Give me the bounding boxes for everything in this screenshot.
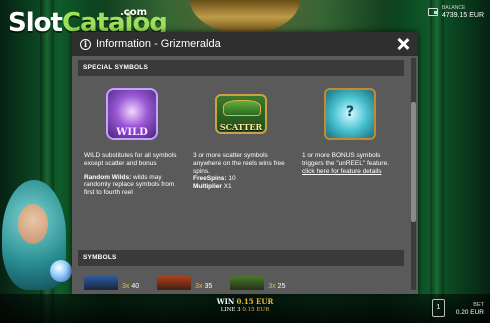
balance-label: BALANCE [441,5,466,11]
multiplier-label: Multiplier [193,183,222,191]
symbols-preview-row: 3x 40 3x 35 3x 25 [78,266,404,290]
feature-details-link[interactable]: click here for feature details [302,168,381,175]
bottom-bar: WIN 0.15 EUR LINE 3 0.15 EUR 1 BET 0.20 … [0,294,490,323]
character-grizmeralda [0,180,78,300]
scatter-description: 3 or more scatter symbols anywhere on th… [189,152,293,197]
symbol-thumb [157,276,192,290]
character-face [18,204,48,244]
bet-value: 0.20 EUR [455,309,484,316]
scatter-symbol-card: SCATTER 3 or more scatter symbols anywhe… [189,88,293,250]
bonus-symbol-icon: ? [324,88,376,140]
dialog-body[interactable]: SPECIAL SYMBOLS WILD WILD substitutes fo… [78,60,404,290]
line-label: LINE 3 [220,307,241,313]
wild-symbol-icon: WILD [106,88,158,140]
crystal-orb [50,260,72,282]
bet-level-button[interactable]: 1 [432,299,445,317]
freespins-label: FreeSpins: [193,175,227,183]
symbol-mult: 3x [122,282,130,290]
multiplier-value: X1 [221,183,232,191]
bonus-symbol-card: ? 1 or more BONUS symbols triggers the "… [298,88,402,250]
scatter-icon-art: SCATTER [215,94,267,134]
scrollbar-thumb[interactable] [411,102,416,222]
freespins-value: 10 [226,175,236,183]
symbol-pay: 25 [277,282,286,290]
symbol-paytable: 3x 35 [195,283,212,290]
symbol-pay: 35 [204,282,213,290]
symbol-pay: 40 [131,282,140,290]
wild-icon-label: WILD [116,127,148,138]
special-symbols-row: WILD WILD substitutes for all symbols ex… [78,76,404,250]
line-value: 0.15 EUR [242,307,270,313]
wallet-icon [427,8,438,16]
close-icon[interactable] [396,37,410,51]
balance-value: 4739.15 EUR [441,12,484,19]
bet-display: BET 0.20 EUR [456,301,484,317]
curtain-fold [430,0,444,323]
symbol-mult: 3x [268,282,276,290]
win-label: WIN [216,297,235,306]
bonus-desc-text: 1 or more BONUS symbols triggers the "un… [302,152,389,167]
logo-text-part1: Slot [8,8,63,38]
dialog-header: i Information - Grizmeralda [72,32,418,56]
scatter-desc-text: 3 or more scatter symbols anywhere on th… [193,152,285,175]
scatter-symbol-icon: SCATTER [215,88,267,140]
wild-desc-text: WILD substitutes for all symbols except … [84,152,177,167]
random-wilds-text: Random Wilds: wilds may randomly replace… [84,174,184,197]
multiplier-line: Multiplier X1 [193,183,293,191]
balance-display: BALANCE 4739.15 EUR [427,4,484,20]
wild-symbol-card: WILD WILD substitutes for all symbols ex… [80,88,184,250]
info-icon: i [80,38,91,50]
logo-suffix: .com [120,7,148,18]
section-header-symbols: SYMBOLS [78,250,404,266]
random-wilds-title: Random Wilds: [84,173,132,181]
balance-text: BALANCE 4739.15 EUR [442,4,484,20]
section-header-special: SPECIAL SYMBOLS [78,60,404,76]
info-dialog: i Information - Grizmeralda SPECIAL SYMB… [72,32,418,294]
feature-link-line: click here for feature details [302,168,402,176]
dialog-scrollbar[interactable] [411,58,416,290]
bet-label: BET [473,302,484,308]
win-value: 0.15 EUR [236,297,274,306]
freespins-line: FreeSpins: 10 [193,175,293,183]
scatter-icon-label: SCATTER [219,122,263,132]
symbol-paytable: 3x 25 [268,283,285,290]
dialog-title: Information - Grizmeralda [96,38,221,50]
symbol-mult: 3x [195,282,203,290]
bonus-icon-art: ? [324,88,376,140]
symbol-thumb [84,276,118,290]
bonus-description: 1 or more BONUS symbols triggers the "un… [298,152,402,181]
wild-description: WILD substitutes for all symbols except … [80,152,184,203]
bonus-icon-label: ? [345,104,355,120]
line-win-display: LINE 3 0.15 EUR [0,306,490,314]
wild-icon-art: WILD [106,88,158,140]
symbol-paytable: 3x 40 [122,283,139,290]
symbol-thumb [230,276,265,290]
